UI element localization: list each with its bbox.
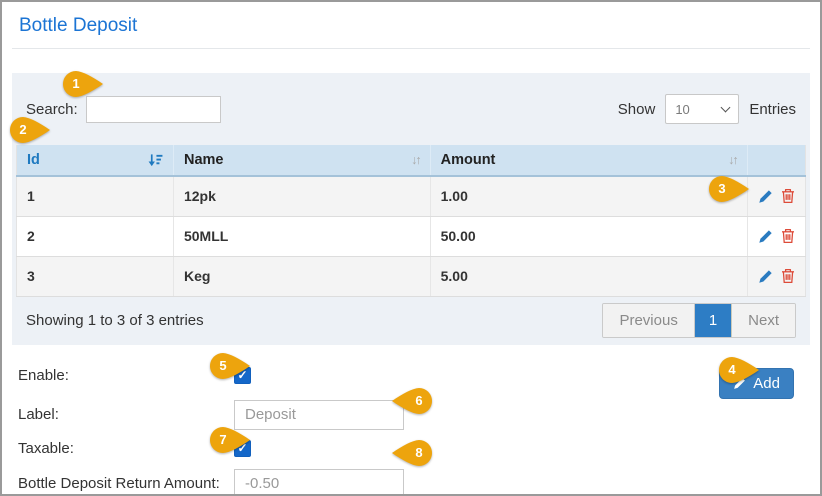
sort-amount-asc-icon xyxy=(148,153,163,166)
bottle-deposit-page: Bottle Deposit Search: Show 10 Entries I… xyxy=(0,0,822,496)
entries-summary: Showing 1 to 3 of 3 entries xyxy=(26,312,204,329)
search-input[interactable] xyxy=(85,95,221,123)
show-entries-group: Show 10 Entries xyxy=(618,94,796,124)
cell-amount: 1.00 xyxy=(430,176,748,217)
table-panel: Search: Show 10 Entries Id Name ↓↑ Amoun… xyxy=(12,73,810,345)
table-footer: Showing 1 to 3 of 3 entries Previous 1 N… xyxy=(12,297,810,345)
cell-name: Keg xyxy=(173,256,431,297)
taxable-label: Taxable: xyxy=(18,439,74,457)
sort-both-icon: ↓↑ xyxy=(411,153,421,167)
cell-id: 1 xyxy=(16,176,174,217)
trash-delete-icon[interactable] xyxy=(781,188,795,204)
return-amount-input[interactable] xyxy=(234,468,404,494)
callout-6: 6 xyxy=(392,388,432,414)
callout-1: 1 xyxy=(63,71,103,97)
pencil-edit-icon[interactable] xyxy=(758,189,773,204)
settings-form: Enable: ✓ Label: Taxable: ✓ Bottle Depos… xyxy=(18,366,820,494)
pagination-previous[interactable]: Previous xyxy=(603,304,695,337)
cell-amount: 50.00 xyxy=(430,216,748,257)
entries-label: Entries xyxy=(749,100,796,118)
cell-name: 50MLL xyxy=(173,216,431,257)
table-header-row: Id Name ↓↑ Amount ↓↑ xyxy=(16,145,806,177)
bottle-deposit-table: Id Name ↓↑ Amount ↓↑ 1 12pk 1.00 2 50MLL… xyxy=(16,145,806,297)
callout-4: 4 xyxy=(719,357,759,383)
trash-delete-icon[interactable] xyxy=(781,228,795,244)
column-header-name[interactable]: Name ↓↑ xyxy=(173,145,431,177)
pencil-edit-icon[interactable] xyxy=(758,229,773,244)
pagination-next[interactable]: Next xyxy=(731,304,795,337)
sort-both-icon: ↓↑ xyxy=(728,153,738,167)
callout-3: 3 xyxy=(709,176,749,202)
pagination-page-1[interactable]: 1 xyxy=(694,304,732,337)
page-title: Bottle Deposit xyxy=(19,15,138,36)
show-label: Show xyxy=(617,100,656,118)
chevron-down-icon xyxy=(720,102,731,112)
cell-amount: 5.00 xyxy=(430,256,748,297)
callout-2: 2 xyxy=(10,117,50,143)
trash-delete-icon[interactable] xyxy=(781,268,795,284)
column-header-amount[interactable]: Amount ↓↑ xyxy=(430,145,748,177)
table-row: 2 50MLL 50.00 xyxy=(16,216,806,257)
search-group: Search: xyxy=(26,95,221,123)
callout-5: 5 xyxy=(210,353,250,379)
column-header-id[interactable]: Id xyxy=(16,145,174,177)
callout-8: 8 xyxy=(392,440,432,466)
cell-id: 3 xyxy=(16,256,174,297)
callout-7: 7 xyxy=(210,427,250,453)
table-toolbar: Search: Show 10 Entries xyxy=(12,73,810,145)
label-input[interactable] xyxy=(234,399,404,430)
title-divider xyxy=(12,48,810,49)
cell-name: 12pk xyxy=(173,176,431,217)
show-entries-value: 10 xyxy=(675,101,690,117)
pagination: Previous 1 Next xyxy=(602,303,796,338)
table-row: 3 Keg 5.00 xyxy=(16,256,806,297)
pencil-edit-icon[interactable] xyxy=(758,269,773,284)
cell-id: 2 xyxy=(16,216,174,257)
label-field-label: Label: xyxy=(18,406,59,423)
table-row: 1 12pk 1.00 xyxy=(16,176,806,217)
enable-label: Enable: xyxy=(18,366,69,384)
show-entries-select[interactable]: 10 xyxy=(665,94,740,124)
return-amount-label: Bottle Deposit Return Amount: xyxy=(18,475,220,492)
column-header-actions xyxy=(747,145,806,177)
search-label: Search: xyxy=(26,100,78,118)
